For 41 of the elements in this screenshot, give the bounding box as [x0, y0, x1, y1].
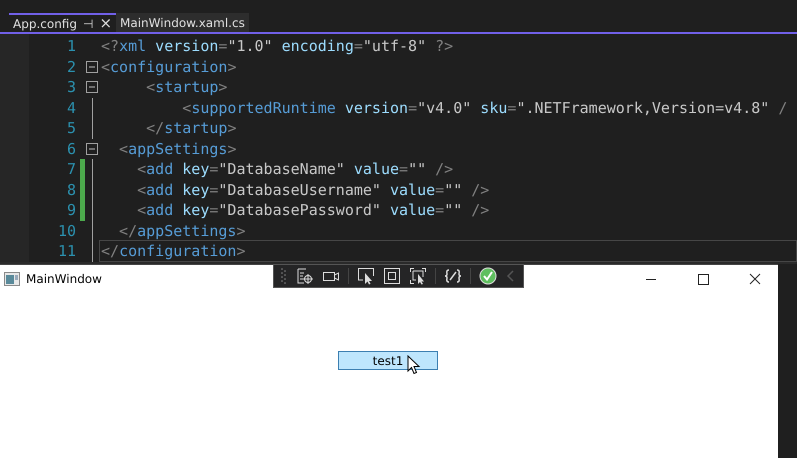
file-tab[interactable]: App.config ⊣ ×	[9, 13, 116, 32]
collapse-icon[interactable]	[86, 142, 98, 155]
line-number: 1	[66, 37, 76, 56]
code-line: </startup>	[145, 118, 238, 140]
code-line: </appSettings>	[118, 220, 246, 242]
code-line: <supportedRuntime version="v4.0" sku=".NETFramework,Version=v4.8" /	[181, 98, 788, 119]
line-number: 8	[66, 180, 76, 199]
braces-icon[interactable]	[444, 267, 462, 285]
file-tab[interactable]: MainWindow.xaml.cs	[116, 13, 249, 32]
pin-icon[interactable]: ⊣	[82, 18, 94, 30]
close-icon[interactable]: ×	[99, 16, 112, 31]
line-number: 10	[56, 222, 76, 240]
collapse-icon[interactable]	[86, 81, 98, 94]
code-line: <?xml version="1.0" encoding="utf-8" ?>	[100, 36, 454, 58]
line-number: 2	[66, 58, 76, 76]
code-line: <configuration>	[100, 56, 238, 78]
select-element-icon[interactable]	[296, 267, 314, 285]
mouse-pointer-icon	[407, 355, 421, 375]
code-line: <add key="DatabasePassword" value="" />	[136, 200, 490, 222]
window-icon	[4, 272, 20, 286]
grip-icon[interactable]	[280, 267, 288, 285]
code-line: <add key="DatabaseUsername" value="" />	[136, 180, 490, 201]
code-line: <startup>	[145, 77, 228, 98]
check-circle-icon[interactable]	[479, 267, 497, 285]
line-number: 6	[66, 140, 76, 158]
code-line: <add key="DatabaseName" value="" />	[136, 159, 454, 180]
line-number: 5	[66, 119, 76, 138]
tab-label: App.config	[13, 16, 77, 30]
select-pointer-icon[interactable]	[357, 267, 375, 285]
line-number: 9	[66, 201, 76, 220]
line-number: 3	[66, 78, 76, 96]
line-number: 4	[66, 98, 76, 117]
pointer-in-frame-icon[interactable]	[409, 267, 427, 285]
window-title: MainWindow	[26, 272, 102, 286]
line-number: 11	[56, 242, 76, 260]
tab-label: MainWindow.xaml.cs	[120, 16, 245, 30]
code-line: <appSettings>	[118, 138, 238, 160]
square-frame-icon[interactable]	[383, 267, 401, 285]
line-number: 7	[66, 160, 76, 178]
collapse-icon[interactable]	[86, 60, 98, 73]
test-button[interactable]: test1	[338, 351, 438, 370]
